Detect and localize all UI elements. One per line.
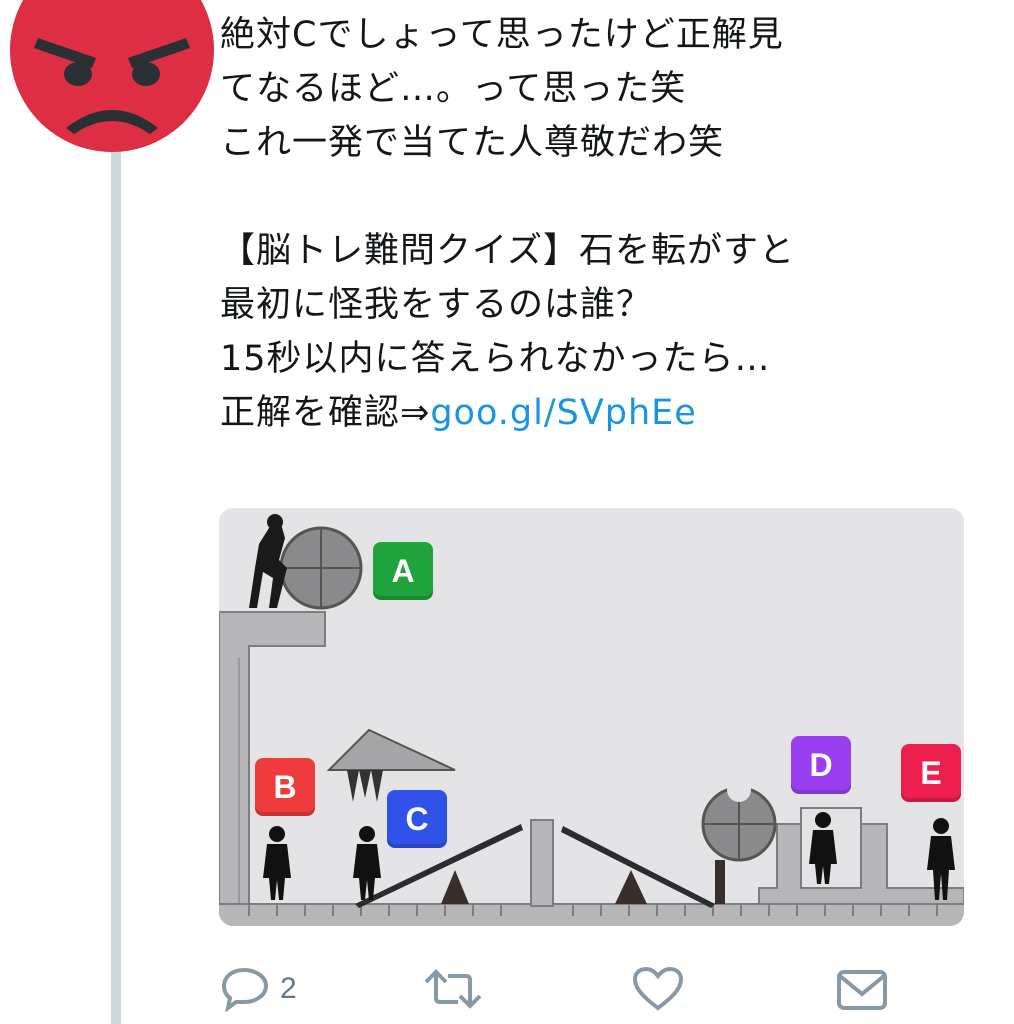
link-line: 正解を確認⇒goo.gl/SVphEe [220, 386, 1000, 440]
retweet-button[interactable] [424, 968, 482, 1010]
tweet-line: 絶対Cでしょって思ったけど正解見 [220, 15, 784, 55]
direct-message-button[interactable] [836, 968, 888, 1012]
thread-connector-line [111, 150, 121, 1024]
retweet-icon [424, 969, 482, 1009]
option-a-label: A [373, 542, 433, 600]
option-b-label: B [255, 758, 315, 816]
angry-face-icon [10, 0, 214, 152]
option-c-label: C [387, 790, 447, 848]
option-e-label: E [901, 744, 961, 802]
reply-button[interactable]: 2 [222, 966, 297, 1012]
reply-icon [222, 967, 269, 1012]
like-icon [632, 966, 684, 1011]
quiz-line: 最初に怪我をするのは誰？ [220, 285, 653, 325]
tweet-link[interactable]: goo.gl/SVphEe [430, 393, 697, 433]
like-button[interactable] [632, 966, 684, 1012]
direct-message-icon [837, 970, 887, 1010]
quiz-illustration [219, 508, 964, 926]
reply-count: 2 [280, 972, 297, 1005]
quiz-line: 15秒以内に答えられなかったら… [220, 339, 771, 379]
tweet-actions: 2 [0, 958, 1014, 1024]
avatar[interactable] [8, 0, 216, 152]
tweet-line: てなるほど…。って思った笑 [220, 69, 687, 109]
link-prefix: 正解を確認⇒ [220, 393, 431, 433]
tweet-media-image[interactable]: A B C D E [219, 508, 964, 926]
tweet-line: これ一発で当てた人尊敬だわ笑 [220, 123, 725, 163]
tweet-text: 絶対Cでしょって思ったけど正解見 てなるほど…。って思った笑 これ一発で当てた人… [220, 8, 1000, 440]
quiz-line: 【脳トレ難問クイズ】石を転がすと [220, 231, 795, 271]
option-d-label: D [791, 736, 851, 794]
